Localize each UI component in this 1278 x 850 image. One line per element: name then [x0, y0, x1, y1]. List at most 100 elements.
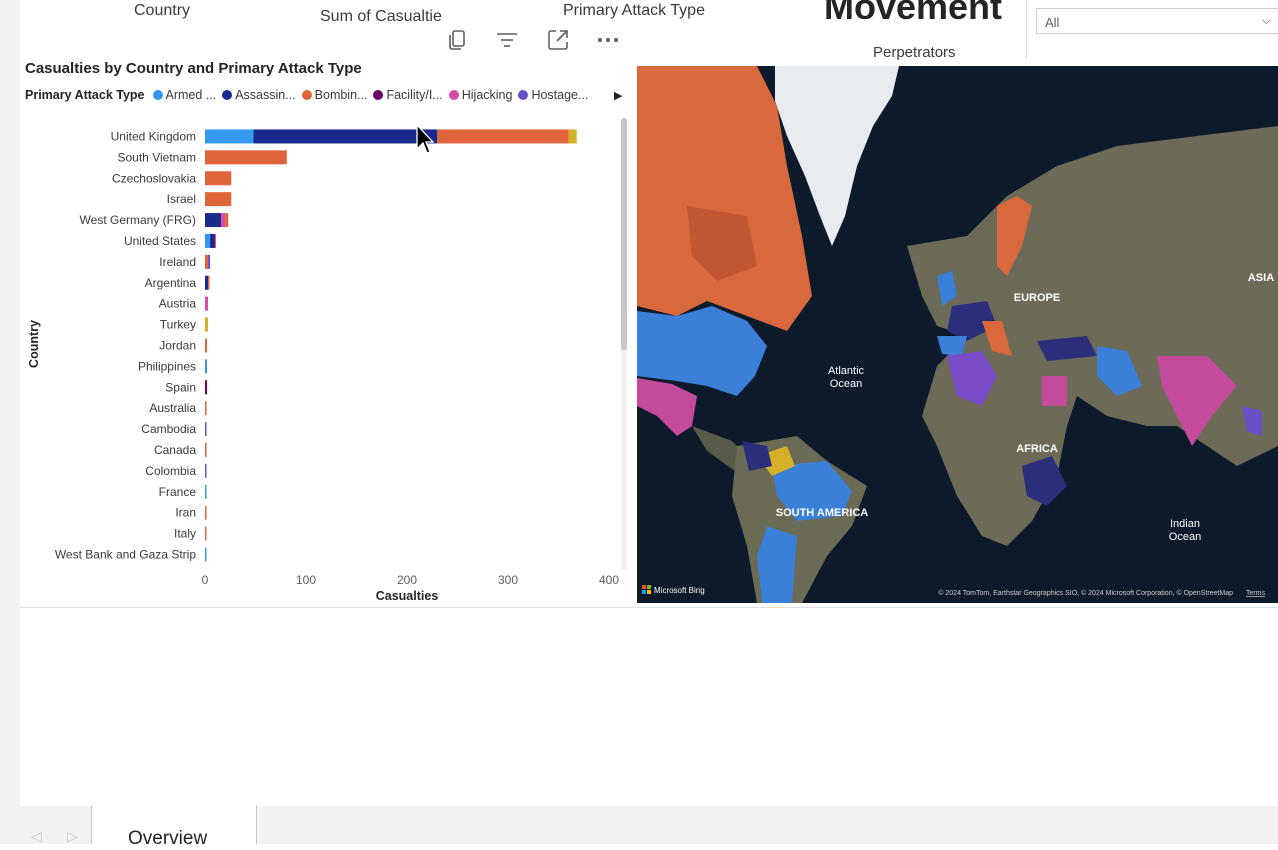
legend-item-assassination[interactable]: Assassin... — [222, 88, 296, 102]
bar-segment[interactable] — [214, 233, 216, 248]
bar-segment[interactable] — [205, 422, 207, 437]
bar-segment[interactable] — [205, 338, 208, 353]
y-tick-label: Cambodia — [141, 422, 196, 436]
x-tick-label: 100 — [296, 573, 316, 587]
y-tick-label: Spain — [165, 380, 196, 394]
y-tick-label: Iran — [175, 506, 196, 520]
slicer-dropdown[interactable]: All ⌵ — [1036, 8, 1278, 34]
map-label-atlantic: Atlantic Ocean — [828, 365, 865, 390]
map-visual[interactable]: EUROPE ASIA Atlantic Ocean AFRICA SOUTH A… — [637, 66, 1278, 603]
sum-casualties-header: Sum of Casualtie — [320, 8, 442, 25]
map-label-europe: EUROPE — [1014, 292, 1060, 304]
bar-segment[interactable] — [205, 401, 207, 416]
legend-dot-icon — [373, 90, 384, 100]
page-title: Movement — [824, 0, 1003, 27]
prev-page-arrow-icon[interactable]: ◁ — [31, 828, 42, 845]
bar-segment[interactable] — [205, 192, 232, 207]
y-tick-label: Canada — [154, 443, 196, 457]
legend-title: Primary Attack Type — [25, 88, 145, 102]
bar-segment[interactable] — [205, 150, 287, 165]
x-tick-label: 200 — [397, 573, 417, 587]
bar-segment[interactable] — [205, 442, 207, 457]
bar-segment[interactable] — [253, 129, 438, 144]
bar-segment[interactable] — [205, 505, 207, 520]
more-options-icon[interactable] — [595, 28, 621, 52]
legend-item-armed[interactable]: Armed ... — [152, 88, 216, 102]
bar-segment[interactable] — [205, 296, 209, 311]
map-label-africa: AFRICA — [1016, 443, 1058, 455]
chevron-down-icon: ⌵ — [1261, 13, 1271, 27]
y-tick-label: Turkey — [160, 318, 196, 332]
legend-item-hostage[interactable]: Hostage... — [518, 88, 588, 102]
y-tick-label: Philippines — [138, 359, 196, 373]
copy-icon[interactable] — [444, 28, 470, 52]
y-tick-label: Austria — [159, 297, 197, 311]
y-tick-label: United States — [124, 234, 196, 248]
bar-segment[interactable] — [205, 484, 207, 499]
map-label-south-america: SOUTH AMERICA — [776, 507, 869, 519]
legend-dot-icon — [518, 90, 529, 100]
left-gutter — [0, 0, 20, 844]
bar-segment[interactable] — [210, 233, 215, 248]
bar-segment[interactable] — [205, 275, 209, 290]
x-axis-title: Casualties — [376, 589, 439, 603]
attack-type-header: Primary Attack Type — [563, 2, 705, 19]
y-tick-label: Jordan — [159, 338, 196, 352]
y-tick-label: Argentina — [145, 276, 197, 290]
bar-segment[interactable] — [205, 213, 222, 228]
country-header: Country — [134, 2, 191, 19]
bar-segment[interactable] — [208, 254, 211, 269]
visual-bottom-border — [20, 607, 1278, 608]
legend-next-arrow-icon[interactable]: ▶ — [614, 89, 622, 102]
y-tick-label: West Germany (FRG) — [80, 213, 196, 227]
bar-segment[interactable] — [205, 171, 232, 186]
chart-scrollbar-thumb[interactable] — [621, 118, 627, 350]
legend-dot-icon — [222, 90, 233, 100]
map-label-indian-ocean: Indian Ocean — [1169, 518, 1201, 543]
legend-item-bombing[interactable]: Bombin... — [301, 88, 367, 102]
x-tick-label: 300 — [498, 573, 518, 587]
y-axis-title: Country — [27, 320, 41, 368]
slicer-value: All — [1045, 15, 1060, 30]
bar-segment[interactable] — [205, 380, 208, 395]
bar-segment[interactable] — [205, 254, 209, 269]
chart-title: Casualties by Country and Primary Attack… — [25, 60, 362, 77]
legend-dot-icon — [152, 90, 163, 100]
bar-segment[interactable] — [221, 213, 226, 228]
legend-item-hijacking[interactable]: Hijacking — [448, 88, 512, 102]
bar-segment[interactable] — [205, 359, 208, 374]
legend-dot-icon — [448, 90, 459, 100]
bar-segment[interactable] — [205, 317, 209, 332]
bar-segment[interactable] — [225, 213, 229, 228]
y-tick-label: South Vietnam — [118, 150, 197, 164]
bar-chart-svg: United Kingdom South Vietnam Czechoslovaki… — [27, 129, 619, 603]
bar-segment[interactable] — [205, 547, 207, 562]
legend-dot-icon — [301, 90, 312, 100]
x-tick-label: 400 — [599, 573, 619, 587]
y-tick-label: Czechoslovakia — [112, 171, 196, 185]
y-tick-label: West Bank and Gaza Strip — [55, 547, 197, 561]
map-terms-link[interactable]: Terms — [1246, 590, 1266, 597]
header-divider — [1026, 0, 1027, 58]
bar-segment[interactable] — [205, 463, 207, 478]
mouse-cursor-icon — [416, 124, 434, 154]
world-map: EUROPE ASIA Atlantic Ocean AFRICA SOUTH A… — [637, 66, 1278, 603]
tab-overview[interactable]: Overview — [91, 806, 257, 849]
bar-segment[interactable] — [205, 129, 254, 144]
bar-segment[interactable] — [205, 526, 207, 541]
bar-segment[interactable] — [208, 275, 210, 290]
tab-overview-label: Overview — [128, 828, 208, 849]
next-page-arrow-icon[interactable]: ▷ — [67, 828, 78, 845]
y-tick-label: France — [159, 485, 197, 499]
y-tick-label: United Kingdom — [111, 129, 196, 143]
map-copyright: © 2024 TomTom, Earthstar Geographics SIO… — [938, 589, 1233, 597]
bar-segment[interactable] — [437, 129, 569, 144]
bar-segment[interactable] — [205, 233, 211, 248]
chart-legend: Primary Attack Type Armed ... Assassin..… — [25, 88, 594, 102]
filter-icon[interactable] — [494, 28, 520, 52]
legend-item-facility[interactable]: Facility/I... — [373, 88, 443, 102]
bar-segment[interactable] — [568, 129, 577, 144]
x-tick-label: 0 — [202, 573, 209, 587]
perpetrators-label: Perpetrators — [873, 44, 956, 61]
focus-mode-icon[interactable] — [545, 28, 571, 52]
